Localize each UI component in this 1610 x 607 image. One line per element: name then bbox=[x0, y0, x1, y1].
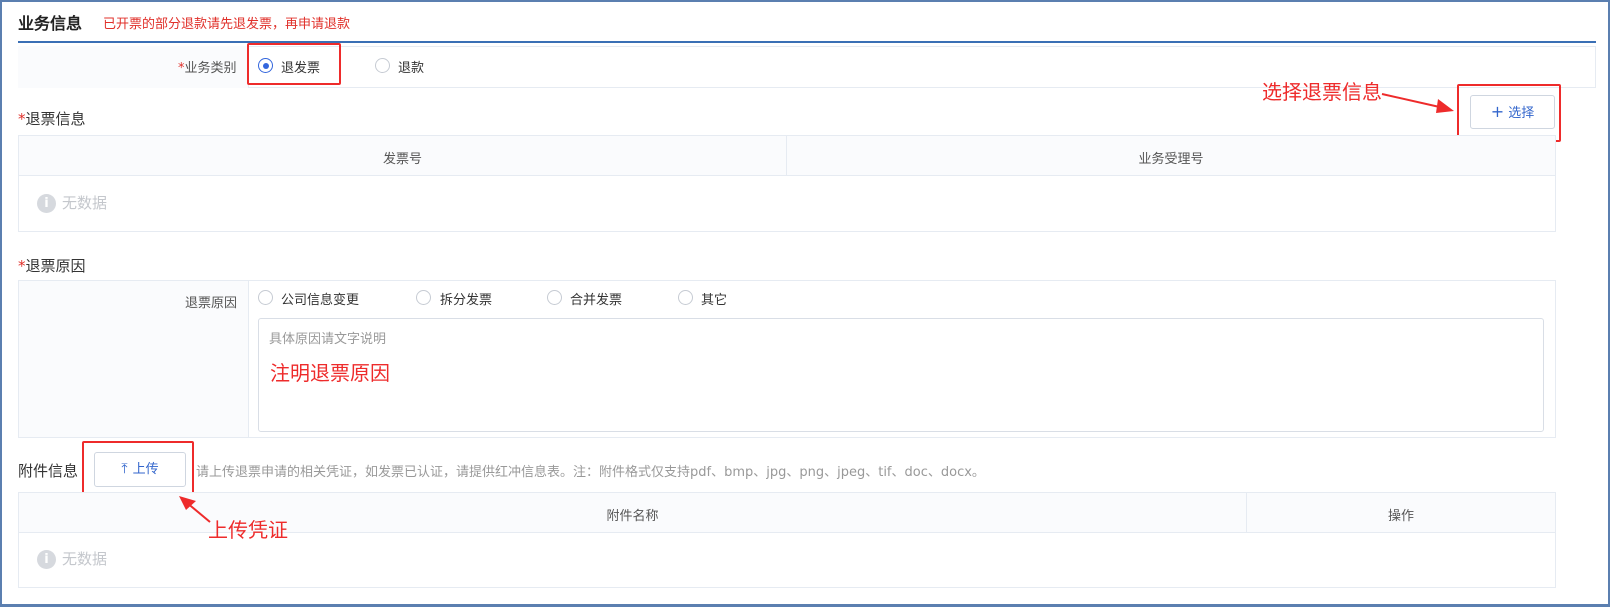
section-title: 业务信息 bbox=[18, 14, 83, 33]
business-type-label: *业务类别 bbox=[178, 61, 237, 76]
section-note: 已开票的部分退款请先退发票，再申请退款 bbox=[103, 17, 351, 32]
attachment-title: 附件信息 bbox=[18, 462, 79, 480]
annotation-box-business-type bbox=[247, 43, 341, 85]
upload-button[interactable]: ⤒ 上传 bbox=[94, 452, 186, 487]
upload-arrow-icon: ⤒ bbox=[121, 461, 128, 477]
reason-placeholder: 具体原因请文字说明 bbox=[269, 332, 387, 347]
radio-reason-split[interactable] bbox=[416, 290, 431, 305]
info-icon: i bbox=[37, 194, 56, 213]
radio-reason-other[interactable] bbox=[678, 290, 693, 305]
column-header-invoice-no: 发票号 bbox=[382, 152, 422, 167]
radio-refund[interactable] bbox=[375, 58, 390, 73]
radio-label-company-change: 公司信息变更 bbox=[281, 293, 360, 308]
info-icon: i bbox=[37, 550, 56, 569]
required-mark: * bbox=[18, 110, 26, 128]
reason-textarea[interactable]: 具体原因请文字说明 bbox=[258, 318, 1544, 432]
radio-label-refund: 退款 bbox=[398, 61, 425, 76]
required-mark: * bbox=[18, 257, 26, 275]
radio-reason-merge[interactable] bbox=[547, 290, 562, 305]
select-button[interactable]: + 选择 bbox=[1470, 95, 1555, 129]
radio-reason-company-change[interactable] bbox=[258, 290, 273, 305]
reason-title: *退票原因 bbox=[18, 257, 86, 275]
plus-icon: + bbox=[1490, 102, 1505, 121]
invoice-table: 发票号 业务受理号 i 无数据 bbox=[18, 135, 1556, 232]
attachment-hint: 请上传退票申请的相关凭证，如发票已认证，请提供红冲信息表。注：附件格式仅支持pd… bbox=[196, 465, 985, 480]
invoice-info-title: *退票信息 bbox=[18, 110, 86, 128]
annotation-reason-note: 注明退票原因 bbox=[270, 361, 390, 385]
radio-label-merge: 合并发票 bbox=[570, 293, 623, 308]
radio-label-split: 拆分发票 bbox=[440, 293, 493, 308]
annotation-arrow-select bbox=[1381, 93, 1454, 113]
reason-label: 退票原因 bbox=[185, 296, 238, 311]
annotation-select-invoice: 选择退票信息 bbox=[1262, 80, 1382, 104]
column-header-business-no: 业务受理号 bbox=[1138, 152, 1204, 167]
invoice-empty-state: i 无数据 bbox=[37, 192, 107, 213]
annotation-upload-note: 上传凭证 bbox=[208, 518, 288, 542]
column-header-actions: 操作 bbox=[1387, 509, 1414, 524]
radio-label-other: 其它 bbox=[701, 293, 728, 308]
attachment-empty-state: i 无数据 bbox=[37, 548, 107, 569]
